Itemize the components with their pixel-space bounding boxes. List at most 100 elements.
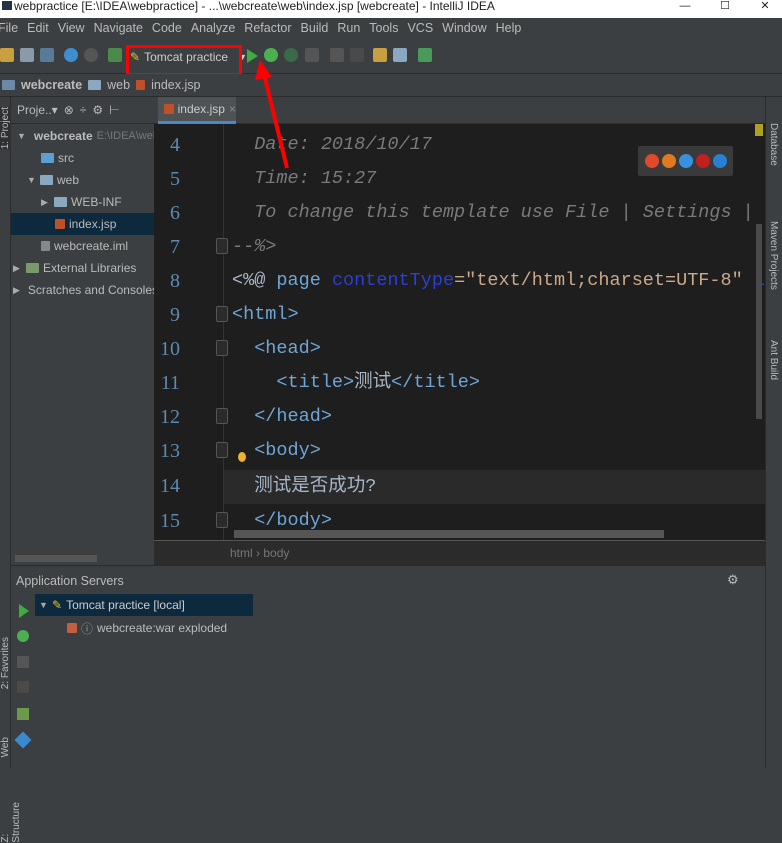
project-tool-button[interactable]: 1: Project (0, 107, 11, 150)
menu-build[interactable]: Build (301, 21, 329, 35)
menu-refactor[interactable]: Refactor (244, 21, 291, 35)
tree-item-scratches[interactable]: ▶ Scratches and Consoles (11, 279, 158, 301)
inspection-status-icon[interactable] (755, 124, 763, 136)
horizontal-scrollbar[interactable] (234, 530, 664, 538)
stop-server-icon[interactable] (17, 656, 29, 668)
tree-item-external-libraries[interactable]: ▶ External Libraries (11, 257, 154, 279)
menu-edit[interactable]: Edit (27, 21, 49, 35)
stop-icon[interactable] (305, 48, 319, 62)
menu-code[interactable]: Code (152, 21, 182, 35)
ie-icon[interactable] (712, 154, 727, 168)
menu-help[interactable]: Help (496, 21, 522, 35)
tree-item-webcreate-iml[interactable]: webcreate.iml (11, 235, 154, 257)
database-tool-button[interactable]: Database (768, 123, 779, 166)
fold-icon[interactable] (216, 306, 228, 322)
vcs-update-icon[interactable] (330, 48, 344, 62)
save-icon[interactable] (20, 48, 34, 62)
close-tab-icon[interactable]: × (229, 102, 236, 116)
code-line: --%> (232, 236, 277, 257)
sdk-icon[interactable] (393, 48, 407, 62)
tree-item-web-inf[interactable]: ▶ WEB-INF (11, 191, 154, 213)
expand-icon[interactable]: ▶ (13, 263, 22, 274)
web-tool-button[interactable]: Web (0, 737, 11, 757)
build-icon[interactable] (108, 48, 122, 62)
menu-run[interactable]: Run (337, 21, 360, 35)
coverage-icon[interactable] (284, 48, 298, 62)
close-button[interactable]: ✕ (755, 0, 775, 12)
server-tomcat-practice[interactable]: ▼ ✎ Tomcat practice [local] (35, 594, 253, 616)
breadcrumb-body[interactable]: body (263, 546, 289, 560)
nav-index-jsp[interactable]: index.jsp (151, 78, 200, 92)
favorites-tool-button[interactable]: 2: Favorites (0, 637, 11, 689)
tree-item-index-jsp[interactable]: index.jsp (11, 213, 154, 235)
sync-icon[interactable] (40, 48, 54, 62)
tree-label: index.jsp (69, 217, 117, 231)
locate-icon[interactable]: ⊗ (64, 103, 74, 117)
vertical-scrollbar[interactable] (756, 224, 762, 419)
fold-icon[interactable] (216, 340, 228, 356)
breadcrumb-html[interactable]: html (230, 546, 253, 560)
expand-icon[interactable]: ▼ (17, 131, 26, 141)
menu-navigate[interactable]: Navigate (94, 21, 143, 35)
expand-icon[interactable]: ▶ (13, 285, 20, 296)
tasks-icon[interactable] (418, 48, 432, 62)
open-browser-icon[interactable] (14, 731, 32, 749)
breadcrumb: html › body (154, 540, 765, 565)
tree-item-webcreate[interactable]: ▼ webcreate E:\IDEA\web (11, 125, 159, 147)
unknown-status-icon: ⓘ (81, 621, 94, 636)
debug-server-icon[interactable] (17, 630, 29, 642)
fold-icon[interactable] (216, 408, 228, 424)
run-icon[interactable] (247, 49, 258, 63)
project-view-selector[interactable]: Proje..▾ (17, 103, 58, 117)
minimize-button[interactable]: — (675, 0, 695, 12)
fold-icon[interactable] (216, 442, 228, 458)
expand-icon[interactable]: ▼ (27, 175, 36, 185)
fold-icon[interactable] (216, 238, 228, 254)
gear-icon[interactable]: ⚙ (92, 103, 103, 117)
run-server-icon[interactable] (19, 604, 29, 618)
server-label: Tomcat practice [local] (66, 598, 185, 612)
firefox-icon[interactable] (661, 154, 676, 168)
expand-icon[interactable]: ▼ (39, 600, 48, 610)
tree-item-web[interactable]: ▼ web (11, 169, 154, 191)
maven-tool-button[interactable]: Maven Projects (768, 221, 779, 290)
expand-icon[interactable]: ▶ (41, 197, 50, 208)
vcs-commit-icon[interactable] (350, 48, 364, 62)
nav-web[interactable]: web (107, 78, 130, 92)
chrome-icon[interactable] (644, 154, 659, 168)
gear-icon[interactable]: ⚙ (727, 572, 739, 588)
safari-icon[interactable] (678, 154, 693, 168)
maximize-button[interactable]: ☐ (715, 0, 735, 12)
ant-build-tool-button[interactable]: Ant Build (768, 340, 779, 380)
forward-icon[interactable] (84, 48, 98, 62)
menu-vcs[interactable]: VCS (407, 21, 433, 35)
tree-label: webcreate.iml (54, 239, 129, 253)
menu-window[interactable]: Window (442, 21, 486, 35)
menu-bar: File Edit View Navigate Code Analyze Ref… (0, 18, 782, 38)
open-icon[interactable] (0, 48, 14, 62)
menu-view[interactable]: View (58, 21, 85, 35)
hide-icon[interactable]: ⊢ (109, 103, 119, 117)
fold-icon[interactable] (216, 512, 228, 528)
menu-tools[interactable]: Tools (369, 21, 398, 35)
artifact-icon[interactable] (17, 708, 29, 720)
horizontal-scrollbar[interactable] (15, 555, 97, 562)
tab-index-jsp[interactable]: index.jsp × (158, 97, 236, 124)
artifact-webcreate[interactable]: ⓘ webcreate:war exploded (67, 618, 227, 638)
lightbulb-icon[interactable] (238, 452, 246, 462)
window-title: webpractice [E:\IDEA\webpractice] - ...\… (14, 0, 495, 13)
back-icon[interactable] (64, 48, 78, 62)
nav-webcreate[interactable]: webcreate (21, 78, 82, 92)
collapse-icon[interactable]: ÷ (80, 103, 87, 117)
module-icon (2, 80, 15, 90)
deploy-icon[interactable] (17, 681, 29, 693)
code-area[interactable]: 4 5 6 7 8 9 10 11 12 13 14 15 Date: 2018… (154, 124, 765, 540)
debug-icon[interactable] (264, 48, 278, 62)
project-structure-icon[interactable] (373, 48, 387, 62)
structure-tool-button[interactable]: Z: Structure (0, 802, 22, 843)
tree-label: web (57, 173, 80, 187)
opera-icon[interactable] (695, 154, 710, 168)
menu-analyze[interactable]: Analyze (191, 21, 235, 35)
menu-file[interactable]: File (0, 21, 18, 35)
tree-item-src[interactable]: src (11, 147, 154, 169)
